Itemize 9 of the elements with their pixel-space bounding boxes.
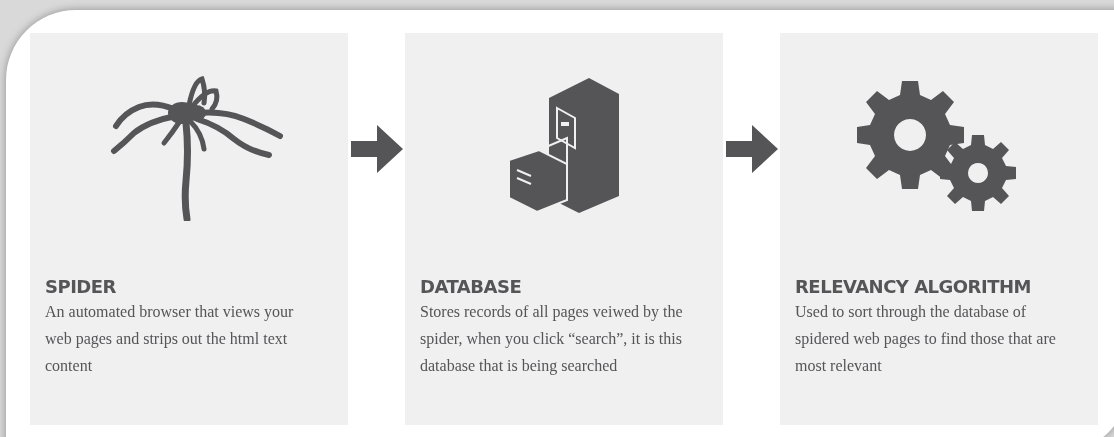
arrow-icon <box>350 125 403 173</box>
step-title: SPIDER <box>45 276 117 298</box>
step-title: RELEVANCY ALGORITHM <box>795 276 1032 298</box>
arrow-icon <box>725 125 778 173</box>
step-description: Stores records of all pages veiwed by the spider, when you click “search”, it is this database that is being searched <box>420 302 684 377</box>
step-description: An automated browser that views your web pages and strips out the html text content <box>45 302 295 376</box>
step-title: DATABASE <box>420 276 523 298</box>
filing-cabinet-icon <box>509 78 619 213</box>
step-description: Used to sort through the database of spidered web pages to find those that are most relevant <box>795 302 1057 376</box>
